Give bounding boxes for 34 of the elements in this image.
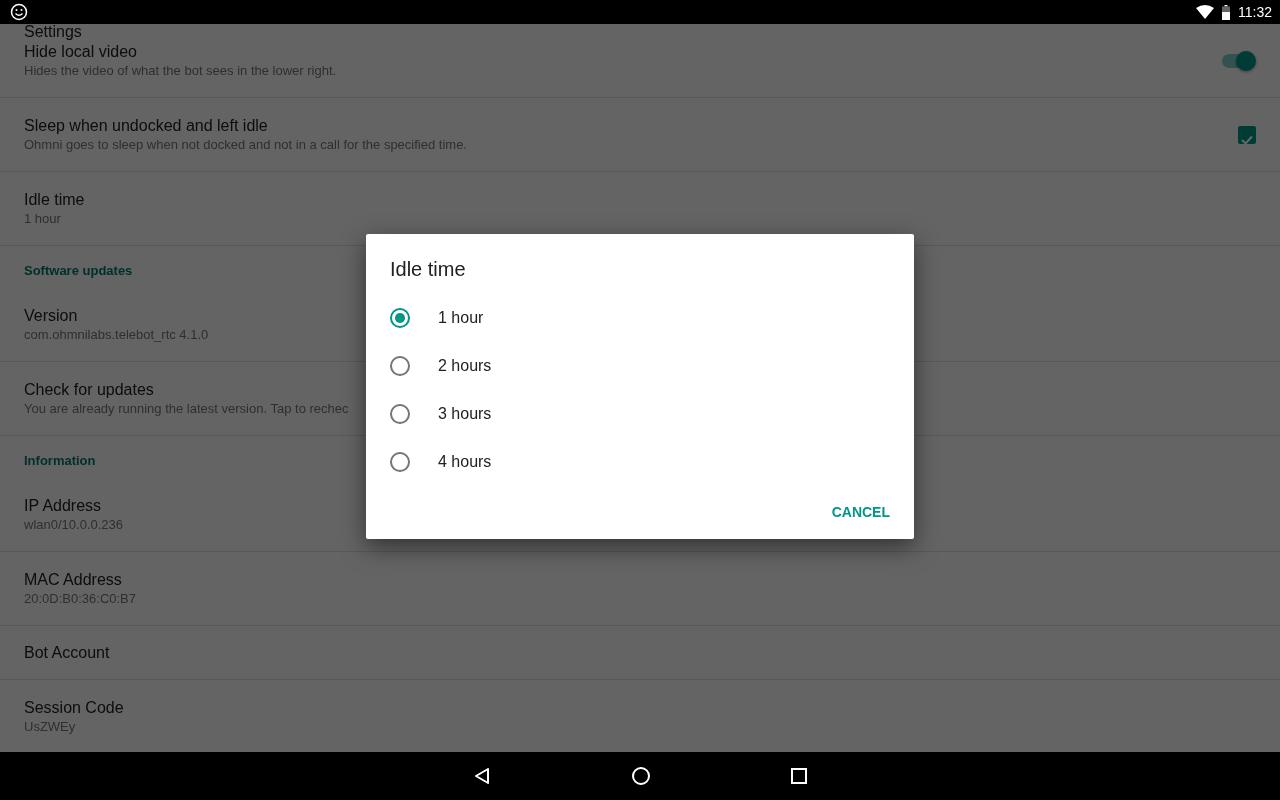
category-header: Information <box>24 453 96 468</box>
radio-icon[interactable] <box>390 356 410 376</box>
back-icon[interactable] <box>473 767 491 785</box>
battery-icon <box>1222 4 1230 20</box>
radio-icon[interactable] <box>390 308 410 328</box>
checkbox[interactable] <box>1238 125 1256 144</box>
dialog-title: Idle time <box>390 257 467 282</box>
category-header: Software updates <box>24 263 133 278</box>
setting-title[interactable]: Sleep when undocked and left idle <box>24 115 268 136</box>
radio-option[interactable]: 2 hours <box>390 342 890 390</box>
setting-title[interactable]: Check for updates <box>24 379 154 400</box>
option-label: 4 hours <box>438 452 492 472</box>
setting-title[interactable]: Idle time <box>24 189 85 210</box>
setting-title[interactable]: Bot Account <box>24 642 110 663</box>
radio-option[interactable]: 3 hours <box>390 390 890 438</box>
app-title: Settings <box>24 23 82 40</box>
home-icon[interactable] <box>631 766 651 786</box>
setting-title[interactable]: IP Address <box>24 495 102 516</box>
radio-icon[interactable] <box>390 452 410 472</box>
setting-title[interactable]: MAC Address <box>24 569 122 590</box>
wifi-icon <box>1196 5 1214 19</box>
radio-option[interactable]: 1 hour <box>390 294 890 342</box>
cancel-button[interactable]: CANCEL <box>823 494 898 531</box>
option-label: 1 hour <box>438 308 484 328</box>
setting-title[interactable]: Hide local video <box>24 41 137 62</box>
setting-title[interactable]: Session Code <box>24 697 124 718</box>
setting-title[interactable]: Version <box>24 305 78 326</box>
option-label: 3 hours <box>438 404 492 424</box>
clock-time: 11:32 <box>1238 2 1272 22</box>
radio-option[interactable]: 4 hours <box>390 438 890 486</box>
option-label: 2 hours <box>438 356 492 376</box>
smiley-icon <box>10 3 28 21</box>
recents-icon[interactable] <box>791 768 807 784</box>
radio-icon[interactable] <box>390 404 410 424</box>
